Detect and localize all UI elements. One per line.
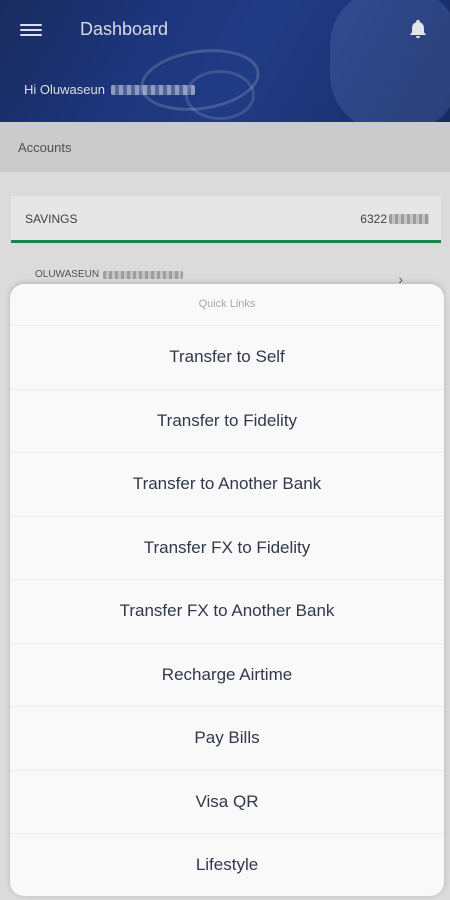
quick-link-transfer-to-self[interactable]: Transfer to Self	[10, 325, 444, 389]
quick-link-transfer-fx-to-fidelity[interactable]: Transfer FX to Fidelity	[10, 515, 444, 580]
quick-link-transfer-to-fidelity[interactable]: Transfer to Fidelity	[10, 388, 444, 453]
quick-links-list: Transfer to Self Transfer to Fidelity Tr…	[10, 325, 444, 896]
quick-link-transfer-to-another-bank[interactable]: Transfer to Another Bank	[10, 452, 444, 516]
quick-link-transfer-fx-to-another-bank[interactable]: Transfer FX to Another Bank	[10, 579, 444, 643]
quick-links-sheet: Quick Links Transfer to Self Transfer to…	[10, 284, 444, 896]
quick-links-title: Quick Links	[198, 298, 256, 310]
quick-link-pay-bills[interactable]: Pay Bills	[10, 706, 444, 770]
quick-link-recharge-airtime[interactable]: Recharge Airtime	[10, 642, 444, 707]
quick-link-visa-qr[interactable]: Visa QR	[10, 769, 444, 834]
quick-link-lifestyle[interactable]: Lifestyle	[10, 833, 444, 896]
